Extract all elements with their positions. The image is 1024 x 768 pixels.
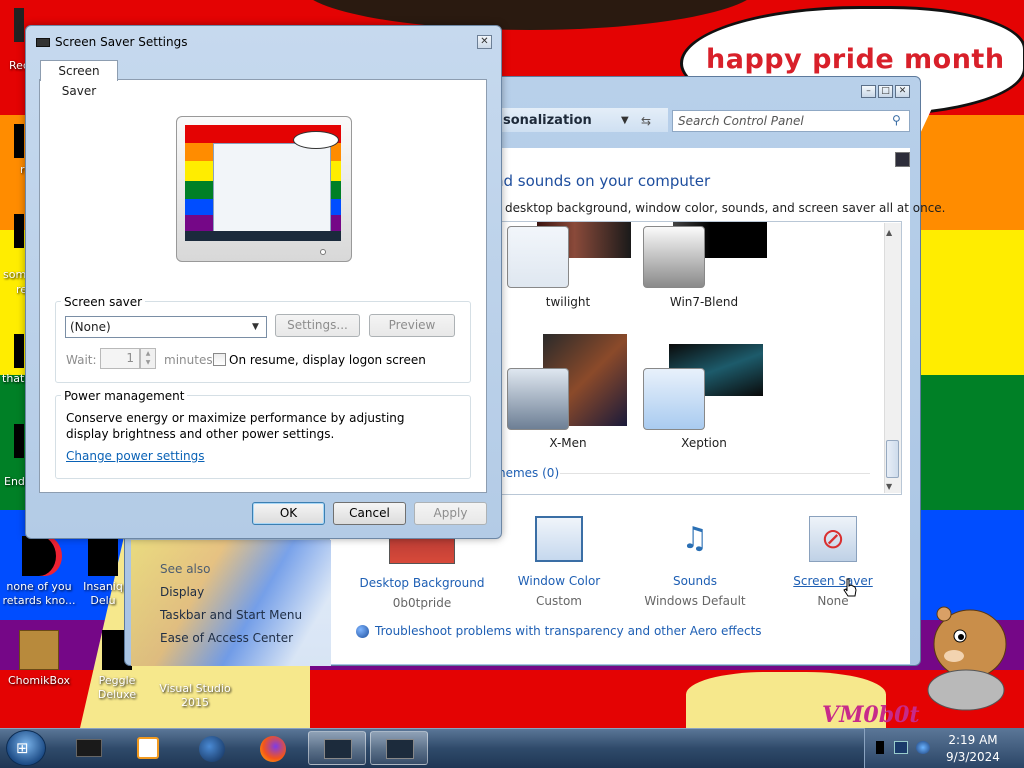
chevron-down-icon[interactable]: ▼ (621, 115, 629, 126)
page-subtitle: desktop background, window color, sounds… (505, 201, 946, 215)
desktop-shortcut-icon[interactable] (14, 124, 24, 158)
desktop-shortcut-icon[interactable] (14, 214, 24, 248)
tray-expand-icon[interactable] (876, 741, 884, 754)
navigation-pane-art (131, 540, 331, 666)
taskbar-firefox-button[interactable] (245, 731, 303, 765)
refresh-icon[interactable]: ⇆ (641, 114, 651, 128)
troubleshoot-link[interactable]: Troubleshoot problems with transparency … (375, 624, 762, 638)
settings-button[interactable]: Settings... (275, 314, 360, 337)
screen-saver-group-label: Screen saver (61, 295, 146, 309)
theme-preview-window (643, 368, 705, 430)
taskbar-personalization-button[interactable] (308, 731, 366, 765)
see-also-link-display[interactable]: Display (160, 585, 204, 599)
desktop-shortcut-icon[interactable] (14, 334, 24, 368)
globe-icon (199, 736, 225, 762)
breadcrumb[interactable]: sonalization (503, 113, 592, 128)
taskbar-terminal-button[interactable] (60, 731, 118, 765)
tab-screen-saver[interactable]: Screen Saver (40, 60, 118, 98)
scroll-thumb[interactable] (886, 440, 899, 478)
monitor-icon (36, 38, 50, 47)
scroll-down-icon[interactable]: ▼ (886, 482, 892, 491)
desktop-edge-label: som (3, 268, 27, 281)
divider (560, 473, 870, 474)
screen-saver-item[interactable]: ⊘ Screen Saver None (767, 516, 899, 608)
chevron-down-icon[interactable]: ▼ (252, 322, 259, 332)
change-power-settings-link[interactable]: Change power settings (66, 449, 205, 463)
search-placeholder: Search Control Panel (678, 114, 804, 128)
cancel-button[interactable]: Cancel (333, 502, 406, 525)
help-icon[interactable] (895, 152, 910, 167)
wallpaper-watermark: VM0b0t (822, 702, 920, 728)
terminal-icon (76, 739, 102, 757)
screen-saver-select[interactable]: (None) (65, 316, 267, 338)
window-color-icon (535, 516, 583, 562)
dialog-title: Screen Saver Settings (55, 35, 188, 49)
taskbar-media-player-button[interactable] (120, 731, 178, 765)
red-circle-icon (88, 536, 118, 576)
sounds-icon: ♫ (681, 521, 709, 556)
taskbar-screen-saver-button[interactable] (370, 731, 428, 765)
clock-time[interactable]: 2:19 AM (930, 733, 1016, 747)
taskbar-globe-button[interactable] (184, 731, 242, 765)
theme-list: twilight Win7-Blend X-Men Xeption (494, 221, 902, 495)
window-color-item[interactable]: Window Color Custom (493, 516, 625, 608)
themes-link[interactable]: hemes (0) (498, 466, 559, 480)
power-description: Conserve energy or maximize performance … (66, 411, 405, 441)
hamster-mascot-icon (927, 606, 1007, 711)
desktop-icon-none-of-you[interactable]: none of you retards kno... (0, 536, 78, 608)
scroll-up-icon[interactable]: ▲ (886, 228, 892, 237)
wait-spinner-arrows[interactable]: ▲ ▼ (140, 348, 156, 369)
resume-logon-label[interactable]: On resume, display logon screen (229, 353, 426, 367)
speech-bubble-text: happy pride month (706, 44, 1005, 75)
close-button[interactable]: ✕ (895, 85, 910, 98)
desktop-edge-label: r (20, 163, 25, 176)
hand-cursor-icon (843, 578, 857, 597)
monitor-preview-screen (185, 125, 341, 241)
media-player-icon (137, 737, 159, 759)
theme-preview-window (643, 226, 705, 288)
troubleshoot-icon (356, 625, 369, 638)
see-also-link-taskbar[interactable]: Taskbar and Start Menu (160, 608, 302, 622)
theme-preview-window (507, 226, 569, 288)
red-circle-icon (22, 536, 56, 576)
preview-button[interactable]: Preview (369, 314, 455, 337)
power-management-label: Power management (61, 389, 188, 403)
close-button[interactable]: ✕ (477, 35, 492, 49)
desktop-edge-label: End (4, 475, 25, 488)
chomikbox-icon (19, 630, 59, 670)
apply-button[interactable]: Apply (414, 502, 487, 525)
maximize-button[interactable]: □ (878, 85, 893, 98)
volume-icon[interactable] (916, 741, 930, 754)
screen-saver-icon: ⊘ (809, 516, 857, 562)
search-icon[interactable]: ⚲ (892, 113, 901, 127)
recycle-bin-icon[interactable] (14, 8, 24, 42)
clock-date[interactable]: 9/3/2024 (930, 750, 1016, 764)
windows-flag-icon: ⊞ (16, 739, 29, 757)
firefox-icon (260, 736, 286, 762)
minimize-button[interactable]: – (861, 85, 876, 98)
network-icon[interactable] (894, 741, 908, 754)
desktop-edge-label: that (2, 372, 25, 385)
sounds-item[interactable]: ♫ Sounds Windows Default (629, 516, 761, 608)
theme-preview-window (507, 368, 569, 430)
screen-saver-window-icon (386, 739, 414, 759)
ok-button[interactable]: OK (252, 502, 325, 525)
minutes-label: minutes (164, 353, 213, 367)
page-title: nd sounds on your computer (494, 172, 711, 190)
wait-label: Wait: (66, 353, 97, 367)
desktop-shortcut-icon[interactable] (14, 424, 24, 458)
personalization-window-icon (324, 739, 352, 759)
resume-logon-checkbox[interactable] (213, 353, 226, 366)
desktop-icon-chomikbox[interactable]: ChomikBox (0, 630, 78, 688)
wait-minutes-input[interactable]: 1 (100, 348, 140, 369)
monitor-power-led (320, 249, 326, 255)
see-also-heading: See also (160, 562, 211, 576)
window-controls: – □ ✕ (861, 85, 1016, 98)
see-also-link-ease-of-access[interactable]: Ease of Access Center (160, 631, 293, 645)
